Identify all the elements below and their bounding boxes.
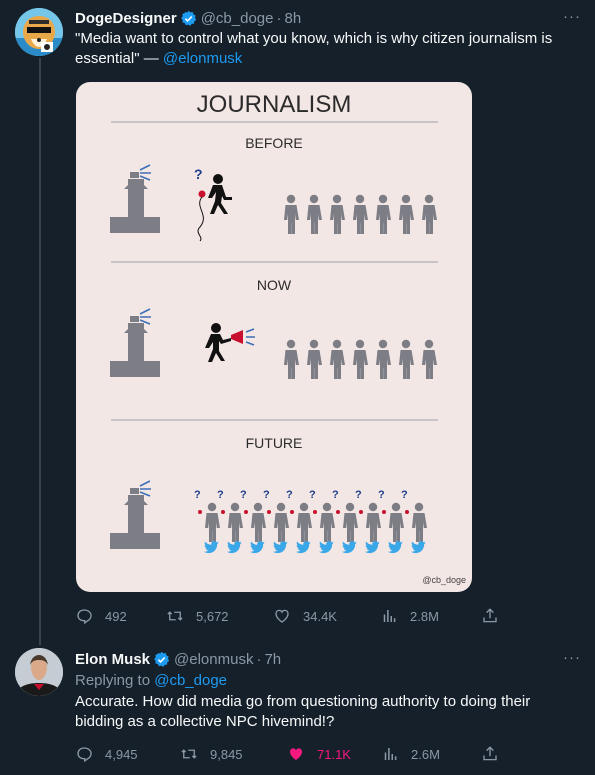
tweet-image[interactable]: JOURNALISM BEFORE ? NOW FUTURE ? ? ? ? ?… [76, 82, 472, 592]
views-icon [380, 607, 398, 625]
twitter-bird-icons [204, 541, 426, 554]
retweet-count: 5,672 [196, 608, 229, 624]
verified-badge-icon [153, 651, 170, 668]
replying-to-link[interactable]: @cb_doge [154, 672, 227, 689]
svg-text:?: ? [263, 489, 270, 501]
like-button[interactable]: 34.4K [273, 606, 337, 626]
svg-text:?: ? [194, 489, 201, 501]
tweet-actions: 4,945 9,845 71.1K 2.6M [75, 744, 515, 764]
view-count: 2.6M [411, 746, 440, 762]
journalist-with-megaphone-icon [205, 323, 255, 362]
heart-icon [287, 745, 305, 763]
crowd-before [284, 194, 437, 234]
replying-to: Replying to @cb_doge [75, 671, 581, 691]
journalist-with-microphone-icon [197, 174, 232, 242]
reply-count: 4,945 [105, 746, 138, 762]
reply-icon [75, 745, 93, 763]
tweet-time[interactable]: 7h [264, 651, 281, 668]
author-name[interactable]: DogeDesigner [75, 10, 177, 27]
share-button[interactable] [481, 606, 511, 626]
share-icon [481, 745, 499, 763]
svg-text:?: ? [378, 489, 385, 501]
svg-text:?: ? [401, 489, 408, 501]
share-icon [481, 607, 499, 625]
views-icon [381, 745, 399, 763]
tweet-doge[interactable]: DogeDesigner @cb_doge · 8h ··· "Media wa… [75, 8, 581, 69]
svg-text:?: ? [286, 489, 293, 501]
retweet-button[interactable]: 5,672 [166, 606, 229, 626]
tweet-header: Elon Musk @elonmusk · 7h ··· [75, 649, 581, 669]
replying-to-label: Replying to [75, 672, 155, 689]
like-count: 34.4K [303, 608, 337, 624]
retweet-count: 9,845 [210, 746, 243, 762]
tweet-elon[interactable]: Elon Musk @elonmusk · 7h ··· Replying to… [75, 649, 581, 732]
svg-text:?: ? [332, 489, 339, 501]
verified-badge-icon [180, 10, 197, 27]
crowd-future-with-phones: ???? ???? ?? [194, 489, 427, 542]
avatar[interactable] [15, 648, 63, 696]
more-options-icon[interactable]: ··· [563, 8, 581, 25]
tweet-actions: 492 5,672 34.4K 2.8M [75, 606, 515, 626]
tweet-time[interactable]: 8h [284, 10, 301, 27]
thread-line [39, 58, 41, 645]
view-count: 2.8M [410, 608, 439, 624]
section-label-before: BEFORE [245, 135, 303, 151]
tweet-text: "Media want to control what you know, wh… [75, 29, 581, 69]
retweet-icon [166, 607, 184, 625]
tweet-header: DogeDesigner @cb_doge · 8h ··· [75, 8, 581, 28]
reply-button[interactable]: 4,945 [75, 744, 138, 764]
reply-count: 492 [105, 608, 127, 624]
podium-icon [109, 308, 161, 378]
avatar[interactable] [15, 8, 63, 56]
svg-text:?: ? [355, 489, 362, 501]
more-options-icon[interactable]: ··· [563, 649, 581, 666]
separator-dot: · [276, 9, 282, 27]
retweet-button[interactable]: 9,845 [180, 744, 243, 764]
section-label-future: FUTURE [246, 435, 303, 451]
tweet-text-body: "Media want to control what you know, wh… [75, 30, 553, 67]
like-count: 71.1K [317, 746, 351, 762]
image-title: JOURNALISM [197, 91, 352, 118]
podium-icon [109, 164, 161, 234]
svg-text:?: ? [309, 489, 316, 501]
section-label-now: NOW [257, 277, 292, 293]
image-watermark: @cb_doge [422, 575, 466, 585]
question-mark: ? [194, 166, 203, 182]
crowd-now [284, 339, 437, 379]
mention-link[interactable]: @elonmusk [163, 50, 242, 67]
heart-icon [273, 607, 291, 625]
reply-icon [75, 607, 93, 625]
podium-icon [109, 480, 161, 550]
like-button[interactable]: 71.1K [287, 744, 351, 764]
svg-text:?: ? [240, 489, 247, 501]
views-button[interactable]: 2.8M [380, 606, 439, 626]
share-button[interactable] [481, 744, 511, 764]
svg-text:?: ? [217, 489, 224, 501]
separator-dot: · [256, 650, 262, 668]
views-button[interactable]: 2.6M [381, 744, 440, 764]
author-name[interactable]: Elon Musk [75, 651, 150, 668]
reply-button[interactable]: 492 [75, 606, 127, 626]
author-handle[interactable]: @elonmusk [174, 651, 253, 668]
retweet-icon [180, 745, 198, 763]
tweet-text: Accurate. How did media go from question… [75, 693, 531, 730]
author-handle[interactable]: @cb_doge [201, 10, 274, 27]
